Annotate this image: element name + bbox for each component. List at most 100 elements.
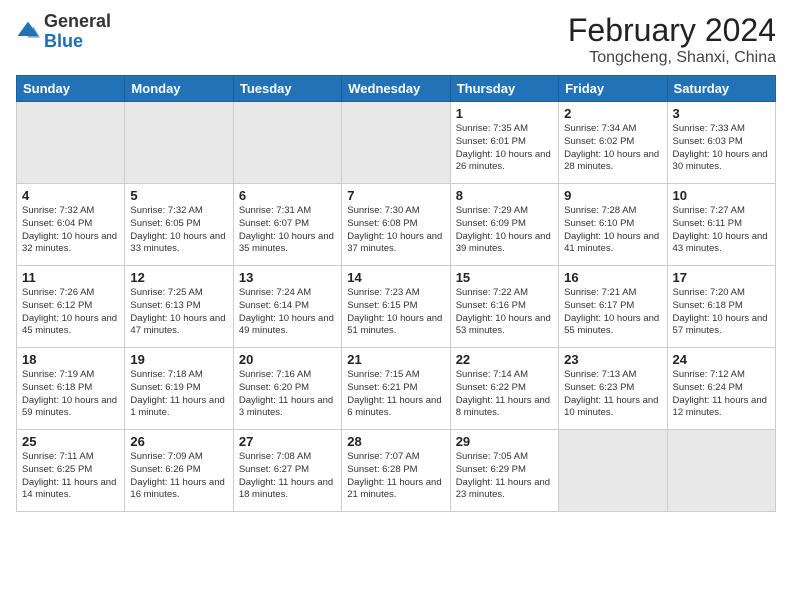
- calendar-table: SundayMondayTuesdayWednesdayThursdayFrid…: [16, 75, 776, 512]
- cal-cell: 21Sunrise: 7:15 AM Sunset: 6:21 PM Dayli…: [342, 348, 450, 430]
- cal-cell: 10 Sunrise: 7:27 AM Sunset: 6:11 PM Dayli…: [667, 184, 775, 266]
- logo-blue: Blue: [44, 31, 83, 51]
- cell-info: Sunrise: 7:14 AM Sunset: 6:22 PM Dayligh…: [456, 369, 553, 420]
- cal-cell: 18 Sunrise: 7:19 AM Sunset: 6:18 PM Dayli…: [17, 348, 125, 430]
- cell-info: Sunrise: 7:27 AM Sunset: 6:11 PM Dayligh…: [673, 205, 770, 256]
- day-number: 8: [456, 188, 553, 203]
- cal-cell: [667, 430, 775, 512]
- cell-info: Sunrise: 7:23 AM Sunset: 6:15 PM Dayligh…: [347, 287, 444, 338]
- cal-cell: 28 Sunrise: 7:07 AM Sunset: 6:28 PM Dayli…: [342, 430, 450, 512]
- cal-cell: 26Sunrise: 7:09 AM Sunset: 6:26 PM Dayli…: [125, 430, 233, 512]
- cal-cell: 2Sunrise: 7:34 AM Sunset: 6:02 PM Daylig…: [559, 102, 667, 184]
- day-number: 17: [673, 270, 770, 285]
- cal-cell: 3Sunrise: 7:33 AM Sunset: 6:03 PM Daylig…: [667, 102, 775, 184]
- header: General Blue February 2024 Tongcheng, Sh…: [16, 12, 776, 67]
- week-row-2: 4 Sunrise: 7:32 AM Sunset: 6:04 PM Daylig…: [17, 184, 776, 266]
- day-number: 12: [130, 270, 227, 285]
- cal-cell: [559, 430, 667, 512]
- day-number: 24: [673, 352, 770, 367]
- cal-cell: 22 Sunrise: 7:14 AM Sunset: 6:22 PM Dayli…: [450, 348, 558, 430]
- day-header-saturday: Saturday: [667, 76, 775, 102]
- day-number: 16: [564, 270, 661, 285]
- day-number: 22: [456, 352, 553, 367]
- cal-cell: 1 Sunrise: 7:35 AM Sunset: 6:01 PM Daylig…: [450, 102, 558, 184]
- cell-info: Sunrise: 7:19 AM Sunset: 6:18 PM Dayligh…: [22, 369, 119, 420]
- day-number: 9: [564, 188, 661, 203]
- week-row-1: 1 Sunrise: 7:35 AM Sunset: 6:01 PM Daylig…: [17, 102, 776, 184]
- cal-cell: 16 Sunrise: 7:21 AM Sunset: 6:17 PM Dayli…: [559, 266, 667, 348]
- cell-info: Sunrise: 7:22 AM Sunset: 6:16 PM Dayligh…: [456, 287, 553, 338]
- month-title: February 2024: [568, 12, 776, 49]
- cell-info: Sunrise: 7:30 AM Sunset: 6:08 PM Dayligh…: [347, 205, 444, 256]
- cell-info: Sunrise: 7:25 AM Sunset: 6:13 PM Dayligh…: [130, 287, 227, 338]
- cal-cell: 13Sunrise: 7:24 AM Sunset: 6:14 PM Dayli…: [233, 266, 341, 348]
- logo-icon: [16, 20, 40, 44]
- cal-cell: 29 Sunrise: 7:05 AM Sunset: 6:29 PM Dayli…: [450, 430, 558, 512]
- cal-cell: 5 Sunrise: 7:32 AM Sunset: 6:05 PM Daylig…: [125, 184, 233, 266]
- day-number: 10: [673, 188, 770, 203]
- day-number: 2: [564, 106, 661, 121]
- day-number: 28: [347, 434, 444, 449]
- cell-info: Sunrise: 7:16 AM Sunset: 6:20 PM Dayligh…: [239, 369, 336, 420]
- day-number: 13: [239, 270, 336, 285]
- cell-info: Sunrise: 7:15 AM Sunset: 6:21 PM Dayligh…: [347, 369, 444, 420]
- day-number: 6: [239, 188, 336, 203]
- day-number: 14: [347, 270, 444, 285]
- day-number: 11: [22, 270, 119, 285]
- day-number: 27: [239, 434, 336, 449]
- cal-cell: [342, 102, 450, 184]
- cell-info: Sunrise: 7:32 AM Sunset: 6:04 PM Dayligh…: [22, 205, 119, 256]
- cell-info: Sunrise: 7:21 AM Sunset: 6:17 PM Dayligh…: [564, 287, 661, 338]
- day-header-sunday: Sunday: [17, 76, 125, 102]
- day-number: 15: [456, 270, 553, 285]
- cal-cell: 19 Sunrise: 7:18 AM Sunset: 6:19 PM Dayli…: [125, 348, 233, 430]
- week-row-3: 11 Sunrise: 7:26 AM Sunset: 6:12 PM Dayli…: [17, 266, 776, 348]
- cal-cell: [17, 102, 125, 184]
- cell-info: Sunrise: 7:18 AM Sunset: 6:19 PM Dayligh…: [130, 369, 227, 420]
- logo: General Blue: [16, 12, 111, 52]
- logo-general: General: [44, 11, 111, 31]
- header-row: SundayMondayTuesdayWednesdayThursdayFrid…: [17, 76, 776, 102]
- day-number: 3: [673, 106, 770, 121]
- location: Tongcheng, Shanxi, China: [568, 49, 776, 67]
- cal-cell: 15 Sunrise: 7:22 AM Sunset: 6:16 PM Dayli…: [450, 266, 558, 348]
- cal-cell: 12 Sunrise: 7:25 AM Sunset: 6:13 PM Dayli…: [125, 266, 233, 348]
- cell-info: Sunrise: 7:35 AM Sunset: 6:01 PM Dayligh…: [456, 123, 553, 174]
- logo-text: General Blue: [44, 12, 111, 52]
- cell-info: Sunrise: 7:31 AM Sunset: 6:07 PM Dayligh…: [239, 205, 336, 256]
- day-number: 26: [130, 434, 227, 449]
- day-number: 4: [22, 188, 119, 203]
- day-number: 1: [456, 106, 553, 121]
- cal-cell: 6 Sunrise: 7:31 AM Sunset: 6:07 PM Daylig…: [233, 184, 341, 266]
- cal-cell: 8 Sunrise: 7:29 AM Sunset: 6:09 PM Daylig…: [450, 184, 558, 266]
- cell-info: Sunrise: 7:05 AM Sunset: 6:29 PM Dayligh…: [456, 451, 553, 502]
- cell-info: Sunrise: 7:32 AM Sunset: 6:05 PM Dayligh…: [130, 205, 227, 256]
- cal-cell: [125, 102, 233, 184]
- day-header-monday: Monday: [125, 76, 233, 102]
- day-number: 29: [456, 434, 553, 449]
- cal-cell: [233, 102, 341, 184]
- cell-info: Sunrise: 7:07 AM Sunset: 6:28 PM Dayligh…: [347, 451, 444, 502]
- cal-cell: 24 Sunrise: 7:12 AM Sunset: 6:24 PM Dayli…: [667, 348, 775, 430]
- cal-cell: 7 Sunrise: 7:30 AM Sunset: 6:08 PM Daylig…: [342, 184, 450, 266]
- cal-cell: 4 Sunrise: 7:32 AM Sunset: 6:04 PM Daylig…: [17, 184, 125, 266]
- cal-cell: 9Sunrise: 7:28 AM Sunset: 6:10 PM Daylig…: [559, 184, 667, 266]
- title-block: February 2024 Tongcheng, Shanxi, China: [568, 12, 776, 67]
- cal-cell: 27Sunrise: 7:08 AM Sunset: 6:27 PM Dayli…: [233, 430, 341, 512]
- week-row-5: 25Sunrise: 7:11 AM Sunset: 6:25 PM Dayli…: [17, 430, 776, 512]
- cell-info: Sunrise: 7:12 AM Sunset: 6:24 PM Dayligh…: [673, 369, 770, 420]
- day-number: 18: [22, 352, 119, 367]
- cal-cell: 17 Sunrise: 7:20 AM Sunset: 6:18 PM Dayli…: [667, 266, 775, 348]
- cal-cell: 23Sunrise: 7:13 AM Sunset: 6:23 PM Dayli…: [559, 348, 667, 430]
- cell-info: Sunrise: 7:26 AM Sunset: 6:12 PM Dayligh…: [22, 287, 119, 338]
- cal-cell: 14 Sunrise: 7:23 AM Sunset: 6:15 PM Dayli…: [342, 266, 450, 348]
- day-number: 5: [130, 188, 227, 203]
- day-number: 19: [130, 352, 227, 367]
- cell-info: Sunrise: 7:29 AM Sunset: 6:09 PM Dayligh…: [456, 205, 553, 256]
- day-number: 25: [22, 434, 119, 449]
- day-header-wednesday: Wednesday: [342, 76, 450, 102]
- cell-info: Sunrise: 7:13 AM Sunset: 6:23 PM Dayligh…: [564, 369, 661, 420]
- cell-info: Sunrise: 7:20 AM Sunset: 6:18 PM Dayligh…: [673, 287, 770, 338]
- day-number: 7: [347, 188, 444, 203]
- day-header-tuesday: Tuesday: [233, 76, 341, 102]
